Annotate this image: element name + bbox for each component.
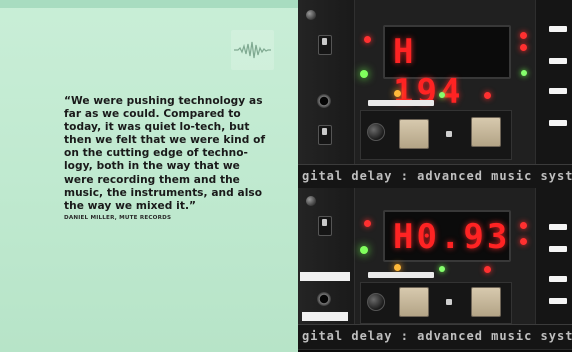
screw — [306, 196, 316, 206]
rack-ear-top — [298, 0, 355, 164]
side-controls-bottom — [535, 188, 572, 324]
delay-display-top: H 194 — [383, 25, 511, 112]
small-button[interactable] — [446, 299, 452, 305]
control-slot[interactable] — [549, 88, 567, 94]
control-slot[interactable] — [549, 224, 567, 230]
power-led — [360, 246, 368, 254]
rate-knob[interactable] — [367, 293, 385, 311]
waveform-badge — [231, 30, 274, 70]
delay-display-bottom: H0.93 — [383, 210, 511, 262]
tape-label — [302, 312, 348, 321]
display-led — [520, 238, 527, 245]
brand-strip-bottom: gital delay : advanced music systems : b… — [298, 324, 572, 350]
input-jack — [317, 94, 331, 108]
clip-led — [364, 36, 371, 43]
power-led — [360, 70, 368, 78]
amber-led — [394, 90, 401, 97]
top-strip — [0, 0, 298, 8]
memory-button[interactable] — [399, 119, 429, 149]
clip-led — [364, 220, 371, 227]
display-led — [520, 44, 527, 51]
label-strip — [368, 100, 434, 106]
green-led — [439, 92, 445, 98]
waveform-icon — [234, 41, 271, 59]
control-slot[interactable] — [549, 246, 567, 252]
display-readout-bottom: H0.93 — [393, 217, 511, 257]
brand-strip-top: gital delay : advanced music systems : b… — [298, 164, 572, 190]
status-led — [521, 70, 527, 76]
control-slot[interactable] — [549, 58, 567, 64]
input-jack — [317, 292, 331, 306]
mode-toggle[interactable] — [318, 125, 332, 145]
hardware-photo: H 194 gital delay : advanced music syst … — [298, 0, 572, 352]
delay-unit-bottom: H0.93 — [298, 188, 572, 324]
control-slot[interactable] — [549, 26, 567, 32]
control-slot[interactable] — [549, 298, 567, 304]
input-toggle[interactable] — [318, 35, 332, 55]
red-led — [484, 266, 491, 273]
button-panel-top — [360, 110, 512, 160]
brand-text-top: gital delay : advanced music systems : b… — [302, 169, 572, 183]
screw — [306, 10, 316, 20]
amber-led — [394, 264, 401, 271]
control-slot[interactable] — [549, 120, 567, 126]
tape-label — [300, 272, 350, 281]
quote-attribution: DANIEL MILLER, MUTE RECORDS — [64, 214, 172, 221]
display-led — [520, 222, 527, 229]
hold-button[interactable] — [471, 117, 501, 147]
green-led — [439, 266, 445, 272]
quote-panel: “We were pushing technology as far as we… — [0, 0, 299, 352]
quote-text: “We were pushing technology as far as we… — [64, 95, 266, 212]
rate-knob[interactable] — [367, 123, 385, 141]
brand-text-bottom: gital delay : advanced music systems : b… — [302, 329, 572, 343]
hold-button[interactable] — [471, 287, 501, 317]
rack-ear-bottom — [298, 188, 355, 324]
memory-button[interactable] — [399, 287, 429, 317]
button-panel-bottom — [360, 282, 512, 324]
label-strip — [368, 272, 434, 278]
quote-block: “We were pushing technology as far as we… — [64, 95, 272, 221]
red-led — [484, 92, 491, 99]
small-button[interactable] — [446, 131, 452, 137]
input-toggle[interactable] — [318, 216, 332, 236]
control-slot[interactable] — [549, 276, 567, 282]
display-led — [520, 32, 527, 39]
delay-unit-top: H 194 — [298, 0, 572, 164]
screenshot-root: “We were pushing technology as far as we… — [0, 0, 572, 352]
side-controls-top — [535, 0, 572, 164]
